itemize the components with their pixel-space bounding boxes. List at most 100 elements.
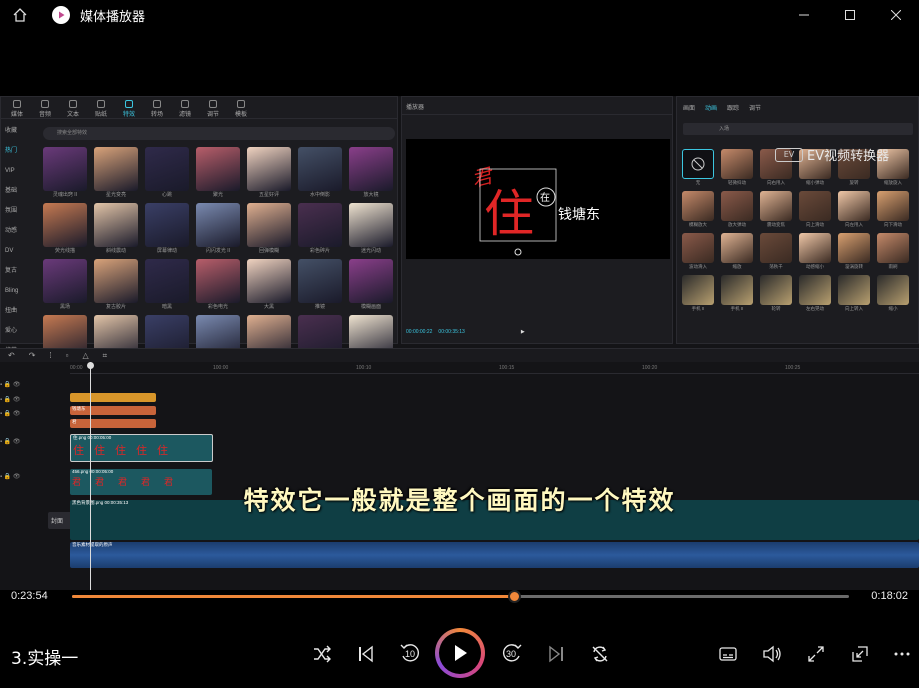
timeline-clip-text-2: 钱塘东 bbox=[70, 406, 156, 415]
effect-thumb-image bbox=[94, 203, 138, 247]
animation-thumb bbox=[682, 149, 714, 179]
preview-time-total: 00:00:35:13 bbox=[438, 329, 465, 335]
previous-button[interactable] bbox=[352, 640, 380, 668]
repeat-button[interactable] bbox=[586, 640, 614, 668]
ruler-mark: 100:15 bbox=[499, 365, 515, 371]
media-tab-0: 媒体 bbox=[3, 97, 31, 118]
seek-bar-progress bbox=[72, 595, 515, 598]
more-icon bbox=[894, 652, 910, 656]
media-tab-6: 滤镜 bbox=[171, 97, 199, 118]
forward-30-button[interactable]: 30 bbox=[498, 638, 526, 668]
animation-thumb bbox=[838, 275, 870, 305]
preview-title: 播放器 bbox=[402, 97, 672, 115]
animation-label: 轻微抖动 bbox=[728, 180, 746, 185]
animation-thumb bbox=[877, 275, 909, 305]
delete-icon: ▫ bbox=[65, 351, 69, 360]
fullscreen-button[interactable] bbox=[802, 640, 830, 668]
animation-grid: 无轻微抖动 向右甩入 缩小弹动 旋转 缩放旋入 模糊放大 放大弹动 震动变焦 向上滑动 向左甩入向… bbox=[682, 149, 909, 312]
category-item: 爱心 bbox=[5, 328, 18, 334]
animation-thumb bbox=[721, 191, 753, 221]
animation-thumb bbox=[721, 233, 753, 263]
animation-item: 轻微抖动 bbox=[721, 149, 753, 186]
animation-label: 缩放旋入 bbox=[884, 180, 902, 185]
clip-frames-1: 住住住住住 bbox=[73, 445, 178, 457]
effect-thumb-label: 聚光 bbox=[212, 192, 223, 198]
close-button[interactable] bbox=[873, 0, 919, 30]
media-tab-label: 音频 bbox=[38, 112, 51, 118]
animation-item: 向左甩入 bbox=[838, 191, 870, 228]
media-tab-4: 特效 bbox=[115, 97, 143, 118]
effect-thumb-label: 迷光闪动 bbox=[360, 248, 381, 254]
effect-thumb-label: 闪闪发光 II bbox=[205, 248, 231, 254]
home-button[interactable] bbox=[0, 0, 40, 30]
category-item: DV bbox=[5, 248, 14, 254]
effect-thumb-image bbox=[94, 147, 138, 191]
split-icon: ⁞ bbox=[49, 351, 52, 360]
shuffle-icon bbox=[314, 645, 331, 663]
effect-thumb-label: 五星好评 bbox=[258, 192, 279, 198]
effect-thumb-image bbox=[298, 147, 342, 191]
animation-label: 缩小 bbox=[888, 306, 898, 311]
category-item: Bling bbox=[5, 288, 19, 294]
media-tab-2: 文本 bbox=[59, 97, 87, 118]
media-tab-icon bbox=[181, 100, 189, 108]
timeline-toolbar: ↶ ↷ ⁞ ▫ △ ⌗ bbox=[0, 348, 919, 362]
subtitles-button[interactable] bbox=[714, 640, 742, 668]
effect-thumb-label: 暗黑 bbox=[161, 304, 172, 310]
effects-search: 搜索全部特效 bbox=[43, 127, 395, 140]
media-tab-label: 文本 bbox=[66, 112, 79, 118]
effect-thumb-label: 模糊画面 bbox=[360, 304, 381, 310]
miniplayer-icon bbox=[852, 646, 868, 662]
ruler-mark: 100:20 bbox=[642, 365, 658, 371]
seek-bar-thumb[interactable] bbox=[508, 590, 522, 603]
effect-thumb-label: 复古胶片 bbox=[105, 304, 126, 310]
animation-label: 向上转入 bbox=[845, 306, 863, 311]
rewind-10-button[interactable]: 10 bbox=[396, 638, 424, 668]
animation-label: 雨刷 bbox=[888, 264, 898, 269]
effect-thumb-label: 水中倒影 bbox=[309, 192, 330, 198]
miniplayer-button[interactable] bbox=[846, 640, 874, 668]
animation-label: 向下滑动 bbox=[884, 222, 902, 227]
animation-label: 轮转 bbox=[771, 306, 781, 311]
effect-thumb-label: 回弹模糊 bbox=[258, 248, 279, 254]
volume-button[interactable] bbox=[758, 640, 786, 668]
animation-item: 手机 II bbox=[721, 275, 753, 312]
animation-item: 轮转 bbox=[760, 275, 792, 312]
animation-tabs: 画面 动画 跟踪 调节 bbox=[677, 97, 918, 115]
media-tab-icon bbox=[125, 100, 133, 108]
animation-label: 震动变焦 bbox=[767, 222, 785, 227]
effect-thumb: 屏幕律动 bbox=[145, 203, 189, 255]
media-tab-3: 贴纸 bbox=[87, 97, 115, 118]
animation-panel: 画面 动画 跟踪 调节 入场 无 轻微抖动 向右甩入 缩小弹动 旋转 缩放旋入 模糊放大 放大弹动 震… bbox=[676, 96, 919, 344]
time-remaining: 0:18:02 bbox=[871, 590, 908, 602]
media-tab-icon bbox=[41, 100, 49, 108]
shuffle-button[interactable] bbox=[308, 640, 336, 668]
effect-thumb-image bbox=[349, 259, 393, 303]
next-button[interactable] bbox=[542, 640, 570, 668]
seek-bar[interactable] bbox=[72, 590, 849, 603]
time-elapsed: 0:23:54 bbox=[11, 590, 48, 602]
window-controls bbox=[781, 0, 919, 30]
animation-label: 漩涡旋转 bbox=[845, 264, 863, 269]
minimize-button[interactable] bbox=[781, 0, 827, 30]
app-logo bbox=[52, 6, 70, 24]
animation-item: 波动滑入 bbox=[682, 233, 714, 270]
subtitles-icon bbox=[719, 647, 737, 661]
clip-label-video-1: 住.png 00:00:05:00 bbox=[73, 435, 112, 440]
animation-label: 波动滑入 bbox=[689, 264, 707, 269]
animation-thumb bbox=[877, 191, 909, 221]
more-button[interactable] bbox=[890, 640, 914, 668]
effect-thumb-image bbox=[349, 203, 393, 247]
effect-thumb-label: 星光变亮 bbox=[105, 192, 126, 198]
maximize-button[interactable] bbox=[827, 0, 873, 30]
svg-text:在: 在 bbox=[540, 192, 550, 204]
effect-thumb-image bbox=[247, 147, 291, 191]
category-item: 热门 bbox=[5, 148, 18, 154]
effect-thumb-label: 推镜 bbox=[314, 304, 325, 310]
play-pause-button[interactable] bbox=[435, 628, 485, 678]
category-list: 收藏热门VIP基础氛围动感DV复古Bling扭曲爱心综艺 bbox=[1, 121, 37, 361]
effect-thumb-image bbox=[298, 203, 342, 247]
media-tab-label: 媒体 bbox=[10, 112, 23, 118]
rewind-label: 10 bbox=[405, 649, 416, 659]
animation-thumb bbox=[721, 275, 753, 305]
